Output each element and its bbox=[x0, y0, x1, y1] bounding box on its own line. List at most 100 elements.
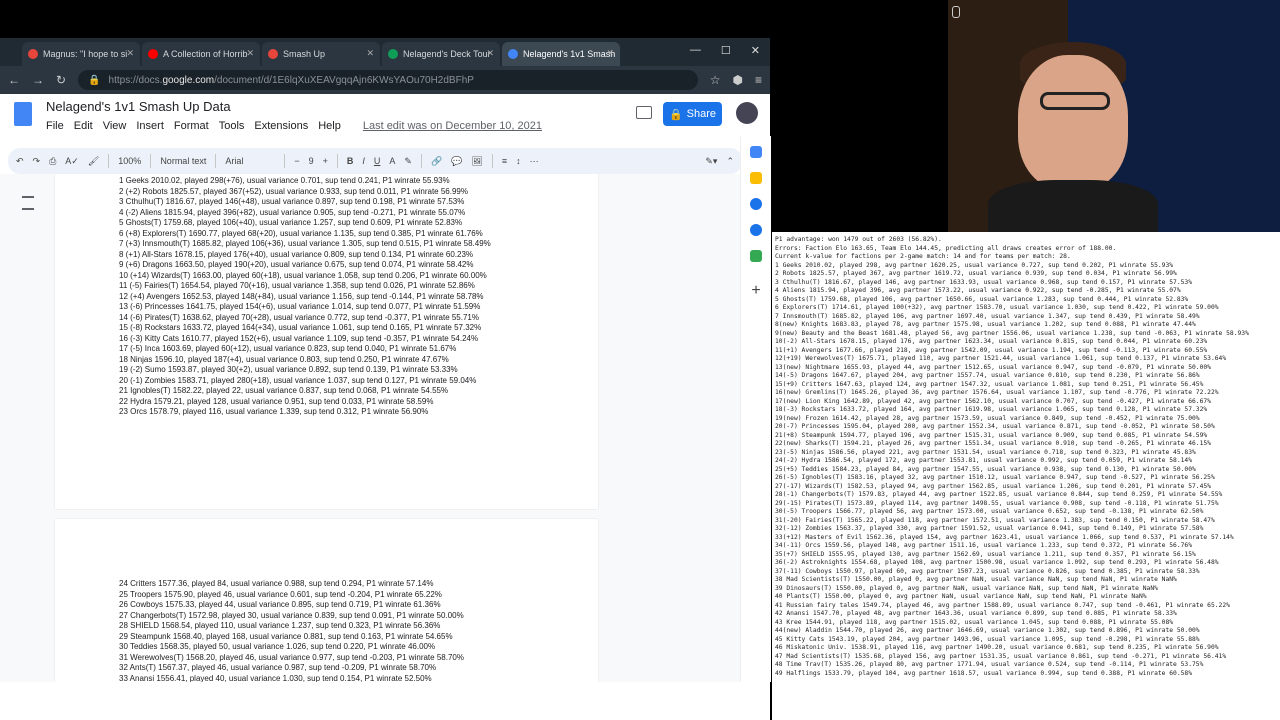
doc-text-line: 15 (-8) Rockstars 1633.72, played 164(+3… bbox=[119, 323, 482, 332]
console-line: 28(-1) Changerbots(T) 1579.83, played 44… bbox=[775, 491, 1223, 498]
console-line: Errors: Faction Elo 163.65, Team Elo 144… bbox=[775, 244, 1117, 252]
tab-favicon-icon bbox=[268, 49, 278, 59]
paint-format-icon[interactable]: 🖌 bbox=[88, 156, 99, 167]
bold-icon[interactable]: B bbox=[347, 156, 354, 166]
maps-icon[interactable] bbox=[750, 250, 762, 262]
console-line: 11(+1) Avengers 1677.66, played 218, avg… bbox=[775, 346, 1208, 354]
close-tab-icon[interactable]: ✕ bbox=[366, 48, 374, 59]
browser-tab-5-active[interactable]: Nelagend's 1v1 Smash ✕ bbox=[502, 42, 620, 66]
minimize-icon[interactable]: — bbox=[690, 44, 701, 57]
menu-tools[interactable]: Tools bbox=[219, 120, 245, 132]
contacts-icon[interactable] bbox=[750, 224, 762, 236]
document-outline-icon[interactable] bbox=[22, 196, 34, 210]
browser-tab-1[interactable]: Magnus: "I hope to si ✕ bbox=[22, 42, 140, 66]
close-tab-icon[interactable]: ✕ bbox=[246, 48, 254, 59]
browser-menu-icon[interactable]: ≡ bbox=[755, 73, 762, 87]
menu-file[interactable]: File bbox=[46, 120, 64, 132]
menu-extensions[interactable]: Extensions bbox=[254, 120, 308, 132]
share-button[interactable]: 🔒 Share bbox=[663, 102, 722, 126]
docs-header: Nelagend's 1v1 Smash Up Data File Edit V… bbox=[0, 94, 770, 148]
font-size-input[interactable]: 9 bbox=[309, 156, 314, 166]
italic-icon[interactable]: I bbox=[362, 156, 365, 166]
close-tab-icon[interactable]: ✕ bbox=[486, 48, 494, 59]
tab-label: Nelagend's 1v1 Smash bbox=[523, 49, 616, 59]
link-icon[interactable]: 🔗 bbox=[431, 156, 442, 167]
tab-label: Smash Up bbox=[283, 49, 326, 59]
browser-tab-4[interactable]: Nelagend's Deck Tour ✕ bbox=[382, 42, 500, 66]
console-line: 10(-2) All-Stars 1678.15, played 176, av… bbox=[775, 338, 1208, 345]
console-line: 14(-5) Dragons 1647.67, played 204, avg … bbox=[775, 372, 1200, 379]
google-docs-icon[interactable] bbox=[14, 102, 32, 126]
forward-icon[interactable]: → bbox=[32, 73, 44, 87]
editing-mode-icon[interactable]: ✎▾ bbox=[705, 156, 717, 167]
comment-history-icon[interactable] bbox=[636, 106, 652, 119]
doc-text-line: 13 (-6) Princesses 1641.75, played 154(+… bbox=[119, 302, 481, 311]
insert-image-icon[interactable]: 🖼 bbox=[471, 156, 482, 167]
console-line: 31(-20) Fairies(T) 1565.22, played 118, … bbox=[775, 516, 1215, 524]
console-line: 27(-17) Wizards(T) 1582.53, played 94, a… bbox=[775, 482, 1211, 490]
hide-menus-icon[interactable]: ⌃ bbox=[726, 156, 734, 167]
insert-comment-icon[interactable]: 💬 bbox=[451, 156, 462, 167]
back-icon[interactable]: ← bbox=[8, 73, 20, 87]
doc-text-line: 20 (-1) Zombies 1583.71, played 280(+18)… bbox=[119, 375, 477, 385]
doc-text-line: 14 (-6) Pirates(T) 1638.62, played 70(+2… bbox=[119, 312, 479, 322]
doc-text-line: 30 Teddies 1568.35, played 50, usual var… bbox=[119, 642, 436, 651]
browser-tab-2[interactable]: A Collection of Horrib ✕ bbox=[142, 42, 260, 66]
text-color-icon[interactable]: A bbox=[389, 156, 395, 166]
console-line: 6 Explorers(T) 1714.61, played 100(+32),… bbox=[775, 304, 1219, 311]
toolbar-divider bbox=[108, 154, 110, 168]
document-page-1[interactable]: 1 Geeks 2010.02, played 298(+76), usual … bbox=[55, 174, 598, 509]
console-line: 45 Kitty Cats 1543.19, played 204, avg p… bbox=[775, 635, 1200, 643]
tasks-icon[interactable] bbox=[750, 198, 762, 210]
style-select[interactable]: Normal text bbox=[160, 156, 206, 166]
doc-text-line: 26 Cowboys 1575.33, played 44, usual var… bbox=[119, 600, 441, 609]
console-output-window[interactable]: P1 advantage: won 1479 out of 2603 (56.8… bbox=[772, 232, 1280, 720]
highlight-icon[interactable]: ✎ bbox=[404, 156, 412, 167]
undo-icon[interactable]: ↶ bbox=[16, 156, 24, 167]
menu-help[interactable]: Help bbox=[318, 120, 341, 132]
address-bar-row: ← → ↻ 🔒 https://docs.google.com/document… bbox=[0, 66, 770, 94]
console-line: P1 advantage: won 1479 out of 2603 (56.8… bbox=[775, 236, 942, 243]
font-select[interactable]: Arial bbox=[225, 156, 275, 166]
font-size-increase-button[interactable]: + bbox=[323, 156, 328, 166]
document-page-2[interactable]: 24 Critters 1577.36, played 84, usual va… bbox=[55, 519, 598, 682]
reload-icon[interactable]: ↻ bbox=[56, 73, 66, 87]
tab-label: Nelagend's Deck Tour bbox=[403, 49, 491, 59]
maximize-icon[interactable]: ☐ bbox=[721, 44, 731, 57]
close-tab-icon[interactable]: ✕ bbox=[126, 48, 134, 59]
redo-icon[interactable]: ↷ bbox=[33, 156, 41, 167]
doc-text-line: 11 (-5) Fairies(T) 1654.54, played 70(+1… bbox=[119, 281, 475, 290]
keep-icon[interactable] bbox=[750, 172, 762, 184]
bookmark-star-icon[interactable]: ☆ bbox=[710, 73, 721, 87]
console-line: 16(new) Gremlins(T) 1645.26, played 36, … bbox=[775, 389, 1219, 396]
spellcheck-icon[interactable]: A✓ bbox=[65, 156, 79, 167]
console-line: 26(-5) Ignobles(T) 1583.16, played 32, a… bbox=[775, 474, 1215, 481]
menu-view[interactable]: View bbox=[103, 120, 127, 132]
extensions-icon[interactable]: ⬢ bbox=[733, 73, 743, 87]
menu-format[interactable]: Format bbox=[174, 120, 209, 132]
align-icon[interactable]: ≡ bbox=[502, 156, 507, 166]
zoom-select[interactable]: 100% bbox=[118, 156, 141, 166]
doc-text-line: 1 Geeks 2010.02, played 298(+76), usual … bbox=[119, 176, 450, 185]
close-window-icon[interactable]: ✕ bbox=[751, 44, 760, 57]
print-icon[interactable]: ⎙ bbox=[49, 156, 56, 167]
console-line: 40 Plants(T) 1550.00, played 0, avg part… bbox=[775, 593, 1147, 600]
add-addon-icon[interactable]: + bbox=[741, 282, 771, 300]
calendar-icon[interactable] bbox=[750, 146, 762, 158]
toolbar-divider bbox=[420, 154, 422, 168]
close-tab-icon[interactable]: ✕ bbox=[606, 48, 614, 59]
doc-text-line: 28 SHIELD 1568.54, played 110, usual var… bbox=[119, 621, 441, 630]
youtube-favicon-icon bbox=[148, 49, 158, 59]
last-edit-link[interactable]: Last edit was on December 10, 2021 bbox=[363, 120, 542, 132]
avatar[interactable] bbox=[736, 102, 758, 124]
browser-tab-3[interactable]: Smash Up ✕ bbox=[262, 42, 380, 66]
document-title[interactable]: Nelagend's 1v1 Smash Up Data bbox=[46, 99, 231, 114]
menu-edit[interactable]: Edit bbox=[74, 120, 93, 132]
font-size-decrease-button[interactable]: − bbox=[294, 156, 299, 166]
underline-icon[interactable]: U bbox=[374, 156, 381, 166]
menu-insert[interactable]: Insert bbox=[136, 120, 164, 132]
url-input[interactable]: 🔒 https://docs.google.com/document/d/1E6… bbox=[78, 70, 698, 90]
more-options-icon[interactable]: ⋯ bbox=[530, 156, 539, 167]
line-spacing-icon[interactable]: ↕ bbox=[516, 156, 521, 166]
console-line: 37(-11) Cowboys 1550.97, played 60, avg … bbox=[775, 567, 1200, 575]
